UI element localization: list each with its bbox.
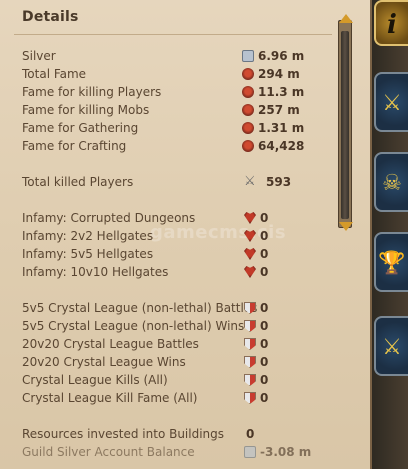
stat-value: 593: [266, 175, 292, 189]
silver-icon: [242, 50, 254, 62]
crystal-shield-icon: [244, 392, 256, 404]
stat-label: Fame for Crafting: [22, 139, 127, 153]
crystal-shield-icon: [244, 320, 256, 332]
stat-label: Crystal League Kill Fame (All): [22, 391, 198, 405]
stat-label: Guild Silver Account Balance: [22, 445, 195, 459]
stat-row: Total Fame 294 m: [22, 65, 332, 83]
combat-tab[interactable]: ⚔: [374, 72, 408, 132]
stat-value: 64,428: [258, 139, 305, 153]
scrollbar-track[interactable]: [338, 20, 352, 228]
stat-row: 20v20 Crystal League Wins 0: [22, 353, 332, 371]
stat-row: Fame for Gathering 1.31 m: [22, 119, 332, 137]
stat-row: Fame for killing Mobs 257 m: [22, 101, 332, 119]
scroll-down-arrow-icon[interactable]: [339, 222, 353, 231]
stat-label: 20v20 Crystal League Wins: [22, 355, 186, 369]
stat-value: 6.96 m: [258, 49, 305, 63]
crossed-swords-icon: ⚔: [244, 174, 256, 189]
stat-value: 11.3 m: [258, 85, 305, 99]
stat-row: Fame for killing Players 11.3 m: [22, 83, 332, 101]
stat-label: Silver: [22, 49, 56, 63]
stat-value: 0: [260, 373, 269, 387]
stat-label: Total killed Players: [22, 175, 134, 189]
stat-label: Total Fame: [22, 67, 87, 81]
stat-value: 0: [260, 211, 269, 225]
stat-value: 0: [260, 301, 269, 315]
panel-title: Details: [22, 9, 79, 25]
stat-value: 294 m: [258, 67, 300, 81]
stat-label: Infamy: Corrupted Dungeons: [22, 211, 196, 225]
details-tab[interactable]: i: [374, 0, 408, 46]
stat-value: 0: [260, 355, 269, 369]
stat-value: 0: [260, 337, 269, 351]
title-divider: [14, 34, 332, 35]
stat-row: Crystal League Kill Fame (All) 0: [22, 389, 332, 407]
fame-icon: [242, 122, 254, 134]
stat-row: Fame for Crafting 64,428: [22, 137, 332, 155]
stat-value: 1.31 m: [258, 121, 305, 135]
stat-label: 20v20 Crystal League Battles: [22, 337, 199, 351]
stat-label: 5v5 Crystal League (non-lethal) Wins: [22, 319, 245, 333]
stat-row: 5v5 Crystal League (non-lethal) Wins 0: [22, 317, 332, 335]
stat-row: Infamy: 5v5 Hellgates 0: [22, 245, 332, 263]
stat-row: Infamy: 10v10 Hellgates 0: [22, 263, 332, 281]
stat-row: Guild Silver Account Balance -3.08 m: [22, 443, 332, 461]
stat-label: Fame for Gathering: [22, 121, 139, 135]
silver-icon: [244, 446, 256, 458]
stat-row: 5v5 Crystal League (non-lethal) Battles 0: [22, 299, 332, 317]
crystal-shield-icon: [244, 356, 256, 368]
guild-icon: ⚔: [382, 335, 402, 360]
stat-row: Silver 6.96 m: [22, 47, 332, 65]
crystal-shield-icon: [244, 338, 256, 350]
pvp-tab[interactable]: ☠: [374, 152, 408, 212]
stat-row: Infamy: Corrupted Dungeons 0: [22, 209, 332, 227]
fame-icon: [242, 86, 254, 98]
stat-label: 5v5 Crystal League (non-lethal) Battles: [22, 301, 258, 315]
stat-value: -3.08 m: [260, 445, 312, 459]
stat-row: Crystal League Kills (All) 0: [22, 371, 332, 389]
infamy-icon: [244, 230, 256, 242]
stat-label: Crystal League Kills (All): [22, 373, 168, 387]
stat-label: Resources invested into Buildings: [22, 427, 225, 441]
achievements-tab[interactable]: 🏆: [374, 232, 408, 292]
stat-row: Resources invested into Buildings 0: [22, 425, 332, 443]
stat-value: 0: [246, 427, 255, 441]
stat-row: Infamy: 2v2 Hellgates 0: [22, 227, 332, 245]
stat-row: Total killed Players ⚔ 593: [22, 173, 332, 191]
stat-row: 20v20 Crystal League Battles 0: [22, 335, 332, 353]
stat-label: Fame for killing Mobs: [22, 103, 150, 117]
guild-tab[interactable]: ⚔: [374, 316, 408, 376]
crystal-shield-icon: [244, 374, 256, 386]
infamy-icon: [244, 248, 256, 260]
infamy-icon: [244, 212, 256, 224]
scrollbar-thumb[interactable]: [341, 31, 349, 219]
stat-value: 0: [260, 229, 269, 243]
stat-label: Infamy: 5v5 Hellgates: [22, 247, 154, 261]
fame-icon: [242, 140, 254, 152]
scroll-up-arrow-icon[interactable]: [339, 14, 353, 23]
stat-value: 0: [260, 319, 269, 333]
combat-icon: ⚔: [382, 91, 402, 116]
stat-label: Infamy: 10v10 Hellgates: [22, 265, 169, 279]
details-panel: Details gamecms.cis Silver 6.96 m Total Fa…: [0, 0, 372, 469]
stat-value: 257 m: [258, 103, 300, 117]
stat-label: Infamy: 2v2 Hellgates: [22, 229, 154, 243]
fame-icon: [242, 104, 254, 116]
achievements-icon: 🏆: [378, 251, 406, 276]
pvp-icon: ☠: [382, 171, 402, 196]
side-tab-bar: i ⚔ ☠ 🏆 ⚔: [372, 0, 408, 469]
stat-value: 0: [260, 247, 269, 261]
infamy-icon: [244, 266, 256, 278]
stat-label: Fame for killing Players: [22, 85, 162, 99]
stat-value: 0: [260, 391, 269, 405]
details-icon: i: [387, 10, 397, 40]
fame-icon: [242, 68, 254, 80]
stat-value: 0: [260, 265, 269, 279]
